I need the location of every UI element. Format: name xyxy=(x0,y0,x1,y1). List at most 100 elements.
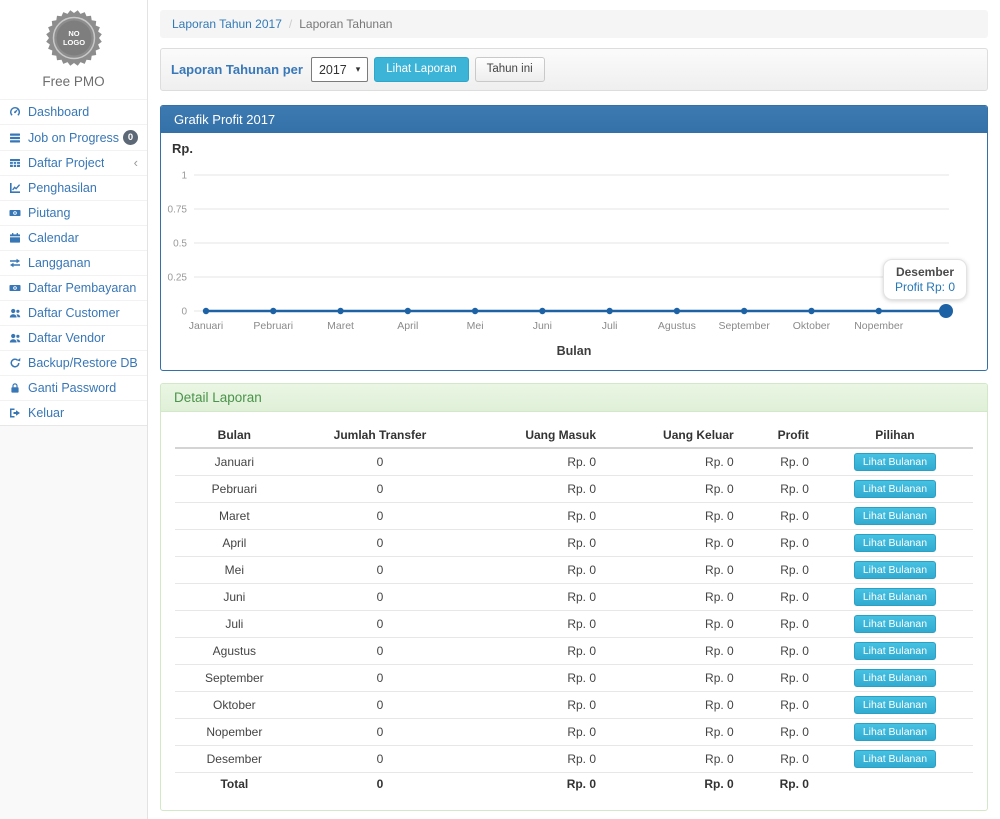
breadcrumb-link-laporan-tahun[interactable]: Laporan Tahun 2017 xyxy=(172,17,282,31)
sidebar-item-daftar-customer[interactable]: Daftar Customer xyxy=(0,300,147,325)
cell-profit: Rp. 0 xyxy=(742,719,817,746)
chart-point-september[interactable] xyxy=(741,308,747,314)
cell-profit: Rp. 0 xyxy=(742,584,817,611)
y-tick-label: 0.75 xyxy=(168,205,188,216)
cell-jumlah-transfer: 0 xyxy=(294,448,467,476)
tooltip-value: Profit Rp: 0 xyxy=(895,280,955,294)
lihat-bulanan-button[interactable]: Lihat Bulanan xyxy=(854,534,936,552)
lihat-bulanan-button[interactable]: Lihat Bulanan xyxy=(854,642,936,660)
tahun-ini-button[interactable]: Tahun ini xyxy=(475,57,545,82)
x-tick-label: September xyxy=(718,320,770,332)
table-icon xyxy=(9,157,23,169)
lihat-bulanan-button[interactable]: Lihat Bulanan xyxy=(854,723,936,741)
cell-profit: Rp. 0 xyxy=(742,557,817,584)
lihat-bulanan-button[interactable]: Lihat Bulanan xyxy=(854,669,936,687)
cell-pilihan: Lihat Bulanan xyxy=(817,611,973,638)
table-row: Nopember0Rp. 0Rp. 0Rp. 0Lihat Bulanan xyxy=(175,719,973,746)
sidebar-item-daftar-project[interactable]: Daftar Project‹ xyxy=(0,150,147,175)
lihat-bulanan-button[interactable]: Lihat Bulanan xyxy=(854,615,936,633)
sidebar-menu: DashboardJob on Progress0Daftar Project‹… xyxy=(0,99,147,426)
chart-point-juli[interactable] xyxy=(606,308,612,314)
cell-uang-keluar: Rp. 0 xyxy=(604,530,742,557)
lihat-bulanan-button[interactable]: Lihat Bulanan xyxy=(854,480,936,498)
cell-uang-masuk: Rp. 0 xyxy=(466,530,604,557)
y-tick-label: 0.25 xyxy=(168,273,188,284)
sidebar-item-job-on-progress[interactable]: Job on Progress0 xyxy=(0,124,147,150)
chart-point-agustus[interactable] xyxy=(674,308,680,314)
total-uang-keluar: Rp. 0 xyxy=(604,773,742,797)
chart-point-maret[interactable] xyxy=(337,308,343,314)
profit-line-chart: 10.750.50.250JanuariPebruariMaretAprilMe… xyxy=(161,159,973,341)
cell-jumlah-transfer: 0 xyxy=(294,503,467,530)
table-row: Mei0Rp. 0Rp. 0Rp. 0Lihat Bulanan xyxy=(175,557,973,584)
cell-uang-masuk: Rp. 0 xyxy=(466,611,604,638)
chart-point-januari[interactable] xyxy=(203,308,209,314)
chart-point-juni[interactable] xyxy=(539,308,545,314)
sidebar-item-backup-restore-db[interactable]: Backup/Restore DB xyxy=(0,350,147,375)
sidebar-item-keluar[interactable]: Keluar xyxy=(0,400,147,425)
table-header-row: BulanJumlah TransferUang MasukUang Kelua… xyxy=(175,424,973,448)
sidebar-item-label: Job on Progress xyxy=(28,131,119,145)
sidebar-item-langganan[interactable]: Langganan xyxy=(0,250,147,275)
cell-profit: Rp. 0 xyxy=(742,692,817,719)
cell-profit: Rp. 0 xyxy=(742,448,817,476)
sidebar-item-dashboard[interactable]: Dashboard xyxy=(0,99,147,124)
cell-jumlah-transfer: 0 xyxy=(294,692,467,719)
cell-jumlah-transfer: 0 xyxy=(294,611,467,638)
cell-jumlah-transfer: 0 xyxy=(294,476,467,503)
sidebar-item-label: Daftar Vendor xyxy=(28,331,105,345)
cell-bulan: Mei xyxy=(175,557,294,584)
column-header-bulan: Bulan xyxy=(175,424,294,448)
cell-profit: Rp. 0 xyxy=(742,503,817,530)
sign-out-icon xyxy=(9,407,23,419)
total-uang-masuk: Rp. 0 xyxy=(466,773,604,797)
x-tick-label: Juli xyxy=(602,320,618,332)
sidebar-item-label: Backup/Restore DB xyxy=(28,356,138,370)
cell-uang-masuk: Rp. 0 xyxy=(466,584,604,611)
cell-profit: Rp. 0 xyxy=(742,476,817,503)
table-row: Maret0Rp. 0Rp. 0Rp. 0Lihat Bulanan xyxy=(175,503,973,530)
year-select[interactable]: 2017 xyxy=(311,57,368,82)
x-tick-label: Mei xyxy=(467,320,484,332)
lihat-bulanan-button[interactable]: Lihat Bulanan xyxy=(854,696,936,714)
chart-point-mei[interactable] xyxy=(472,308,478,314)
lihat-bulanan-button[interactable]: Lihat Bulanan xyxy=(854,561,936,579)
detail-panel-title: Detail Laporan xyxy=(161,384,987,412)
logo-text-line1: NO xyxy=(68,29,79,38)
sidebar-item-piutang[interactable]: Piutang xyxy=(0,200,147,225)
year-select-value: 2017 xyxy=(319,63,347,77)
sidebar-item-label: Daftar Project xyxy=(28,156,104,170)
total-pilihan-empty xyxy=(817,773,973,797)
sidebar-item-label: Langganan xyxy=(28,256,91,270)
sidebar-item-penghasilan[interactable]: Penghasilan xyxy=(0,175,147,200)
lihat-laporan-button[interactable]: Lihat Laporan xyxy=(374,57,468,82)
chart-point-nopember[interactable] xyxy=(876,308,882,314)
chart-point-april[interactable] xyxy=(405,308,411,314)
sidebar-item-calendar[interactable]: Calendar xyxy=(0,225,147,250)
total-jumlah-transfer: 0 xyxy=(294,773,467,797)
sidebar-item-daftar-vendor[interactable]: Daftar Vendor xyxy=(0,325,147,350)
sidebar-item-label: Calendar xyxy=(28,231,79,245)
chart-point-desember[interactable] xyxy=(939,304,953,318)
tooltip-month: Desember xyxy=(895,265,955,279)
cell-bulan: Juli xyxy=(175,611,294,638)
cell-pilihan: Lihat Bulanan xyxy=(817,448,973,476)
chart-point-pebruari[interactable] xyxy=(270,308,276,314)
lihat-bulanan-button[interactable]: Lihat Bulanan xyxy=(854,588,936,606)
profit-chart-panel: Grafik Profit 2017 Rp. 10.750.50.250Janu… xyxy=(160,105,988,371)
cell-pilihan: Lihat Bulanan xyxy=(817,584,973,611)
sidebar-item-ganti-password[interactable]: Ganti Password xyxy=(0,375,147,400)
content-area: Laporan Tahun 2017/Laporan Tahunan Lapor… xyxy=(148,0,1000,819)
cell-uang-masuk: Rp. 0 xyxy=(466,557,604,584)
lihat-bulanan-button[interactable]: Lihat Bulanan xyxy=(854,750,936,768)
cell-pilihan: Lihat Bulanan xyxy=(817,476,973,503)
lihat-bulanan-button[interactable]: Lihat Bulanan xyxy=(854,453,936,471)
cell-pilihan: Lihat Bulanan xyxy=(817,719,973,746)
breadcrumb-separator: / xyxy=(289,17,292,31)
lihat-bulanan-button[interactable]: Lihat Bulanan xyxy=(854,507,936,525)
chart-point-oktober[interactable] xyxy=(808,308,814,314)
breadcrumb: Laporan Tahun 2017/Laporan Tahunan xyxy=(160,10,988,38)
cell-jumlah-transfer: 0 xyxy=(294,530,467,557)
sidebar-item-daftar-pembayaran[interactable]: Daftar Pembayaran xyxy=(0,275,147,300)
cell-bulan: Nopember xyxy=(175,719,294,746)
